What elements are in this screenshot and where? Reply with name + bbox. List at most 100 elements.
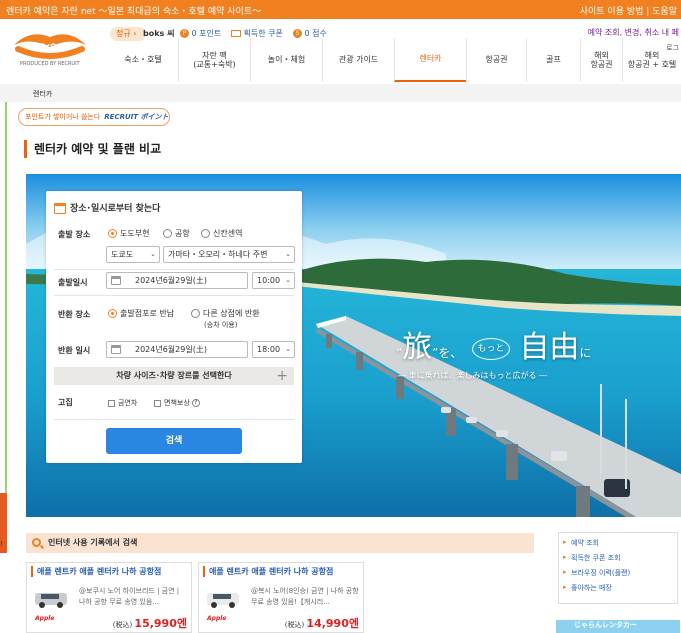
hero-subslogan: ― 車に乗れば、楽しみはもっと広がる ― [398,371,548,380]
slogan-ni: に [579,346,592,360]
apple-rentacar-logo: Apple [207,615,227,622]
hero-slogan: “旅”を、 もっと 自由に [396,330,592,365]
search-icon [32,538,41,547]
nav-item-rentacar[interactable]: 렌터카 [394,38,466,82]
side-link-reservation[interactable]: 예약 조회 [563,538,677,548]
radio-off-icon [191,309,200,318]
depart-date-value: 2024년6월29일(土) [135,276,207,285]
car-icon [207,593,239,608]
checkbox-icon [108,399,115,407]
radio-same-store[interactable]: 출발점포로 반납 [108,308,174,319]
nav-item-hotel[interactable]: 숙소・호텔 [108,38,178,82]
card-title[interactable]: 애플 렌트카 애플 렌터카 나하 공항점 [31,566,161,577]
nav-item-intl-flights[interactable]: 해외 항공권 [580,38,622,82]
coupon-icon [231,30,241,37]
slogan-jiyu: 自由 [519,330,580,365]
return-date-value: 2024년6월29일(土) [135,345,207,354]
main-nav: 숙소・호텔 자란 팩 (교통+숙박) 놀이・체험 관광 가이드 렌터카 항공권 … [108,38,681,84]
nav-item-package[interactable]: 자란 팩 (교통+숙박) [178,38,250,82]
radio-prefecture-label: 도도부현 [120,229,150,238]
left-cut-text: ! [0,540,3,548]
history-card[interactable]: 애플 렌트카 애플 렌터카 나하 공항점 Apple @복시 노어(8인승) 금… [198,562,364,633]
insurance-checkbox[interactable]: 면책보상? [154,398,200,408]
point-coin-icon: P [180,29,189,38]
chevron-down-icon: ⌄ [285,250,291,258]
area-select[interactable]: 가마타・오모리・하네다 주변 ⌄ [163,246,295,263]
radio-airport[interactable]: 공항 [163,228,190,239]
prefecture-select[interactable]: 도쿄도 ⌄ [106,246,160,263]
divider [54,419,294,420]
card-title[interactable]: 애플 렌트카 애플 렌터카 나하 공항점 [203,566,333,577]
breadcrumb-item-rentacar[interactable]: 렌터카 [33,89,52,99]
search-panel-title-text: 장소･일시로부터 찾는다 [70,204,161,214]
card-description: @복시 노어(8인승) 금연 | 나하 공항 무료 송영 있음!【캐시리... [251,587,359,606]
reservation-links[interactable]: 예약 조회, 변경, 취소 내 페 [588,27,679,38]
radio-airport-label: 공항 [175,229,190,238]
no-smoking-label: 금연차 [118,399,138,407]
plus-icon: + [276,368,288,384]
member-badge-label: 정규 [116,29,131,38]
site-tagline: 렌터카 예약은 자란 net ～일본 최대급의 숙소・호텔 예약 사이트～ [6,7,262,17]
calendar-icon [54,203,66,214]
radio-off-icon [163,229,172,238]
recruit-point-banner[interactable]: 포인트가 쌓이거나 쓸는다 RECRUIT ポイント [18,108,170,126]
side-link-favorites[interactable]: 좋아하는 매장 [563,583,677,593]
side-link-history[interactable]: 브라우징 이력(플랜) [563,568,677,578]
radio-prefecture[interactable]: 도도부현 [108,228,149,239]
price-value: 14,990엔 [306,617,359,630]
radio-shinkansen-label: 신칸센역 [213,229,243,238]
point-banner-text: 포인트가 쌓이거나 쓸는다 [25,113,101,121]
radio-other-store[interactable]: 다른 상점에 반환 [191,308,260,319]
depart-time-label: 출발일시 [58,278,88,287]
slogan-wo: を、 [438,346,463,360]
nav-item-intl-flight-hotel[interactable]: 해외 항공권 + 호텔 [622,38,681,82]
chevron-down-icon: ⌄ [150,250,156,258]
side-link-coupons[interactable]: 획득한 쿠폰 조회 [563,553,677,563]
radio-shinkansen[interactable]: 신칸센역 [201,228,242,239]
chevron-down-icon: ⌄ [285,345,291,353]
nav-item-golf[interactable]: 골프 [526,38,580,82]
return-date-input[interactable]: 2024년6월29일(土) [106,341,248,358]
help-links[interactable]: 사이트 이용 방법 | 도움말 [580,4,677,17]
insurance-label: 면책보상 [164,399,190,407]
car-size-label: 차량 사이즈･차량 장르를 선택한다 [116,371,232,380]
depart-place-label: 출발 장소 [58,230,91,239]
help-icon[interactable]: ? [191,399,200,407]
card-price: (税込) 14,990엔 [285,615,359,631]
depart-date-input[interactable]: 2024년6월29일(土) [106,272,248,289]
depart-time-select[interactable]: 10:00 ⌄ [252,272,295,289]
history-title: 인터넷 사용 기록에서 검색 [48,538,138,547]
radio-same-store-label: 출발점포로 반납 [120,309,175,318]
radio-on-icon [108,309,117,318]
nav-item-flights[interactable]: 항공권 [466,38,526,82]
history-search-header: 인터넷 사용 기록에서 검색 [26,533,534,553]
return-time-label: 반환 일시 [58,346,91,355]
card-price: (税込) 15,990엔 [113,615,187,631]
side-banner[interactable]: じゃらんレンタカー [556,620,680,633]
price-prefix: (税込) [284,621,305,629]
radio-on-icon [108,229,117,238]
return-time-value: 18:00 [257,345,281,354]
no-smoking-checkbox[interactable]: 금연차 [108,398,137,408]
page-title: 렌터카 예약 및 플랜 비교 [24,140,161,158]
left-edge-decoration [0,102,7,532]
checkbox-icon [154,399,161,407]
return-place-label: 반환 장소 [58,310,91,319]
car-size-toggle[interactable]: 차량 사이즈･차량 장르를 선택한다 + [54,367,294,385]
nav-item-activities[interactable]: 놀이・체험 [250,38,322,82]
recruit-point-logo: RECRUIT ポイント [104,113,169,121]
radio-off-icon [201,229,210,238]
history-card[interactable]: 애플 렌트카 애플 렌터카 나하 공항점 Apple @보쿠시 노어 하이브리드… [26,562,192,633]
score-label: 0 점수 [304,29,327,38]
prefecture-value: 도쿄도 [111,250,134,259]
car-icon [35,593,67,608]
return-time-select[interactable]: 18:00 ⌄ [252,341,295,358]
calendar-icon [111,345,121,354]
top-bar: 렌터카 예약은 자란 net ～일본 최대급의 숙소・호텔 예약 사이트～ 사이… [0,0,681,19]
search-button[interactable]: 검색 [106,428,242,454]
return-note: (승차 이용) [204,321,238,329]
area-value: 가마타・오모리・하네다 주변 [168,250,268,259]
nav-item-guide[interactable]: 관광 가이드 [322,38,394,82]
logo-subtitle: PRODUCED BY RECRUIT [20,61,80,67]
card-description: @보쿠시 노어 하이브리드 | 금연 | 나하 공항 무료 송영 있음... [79,587,180,606]
